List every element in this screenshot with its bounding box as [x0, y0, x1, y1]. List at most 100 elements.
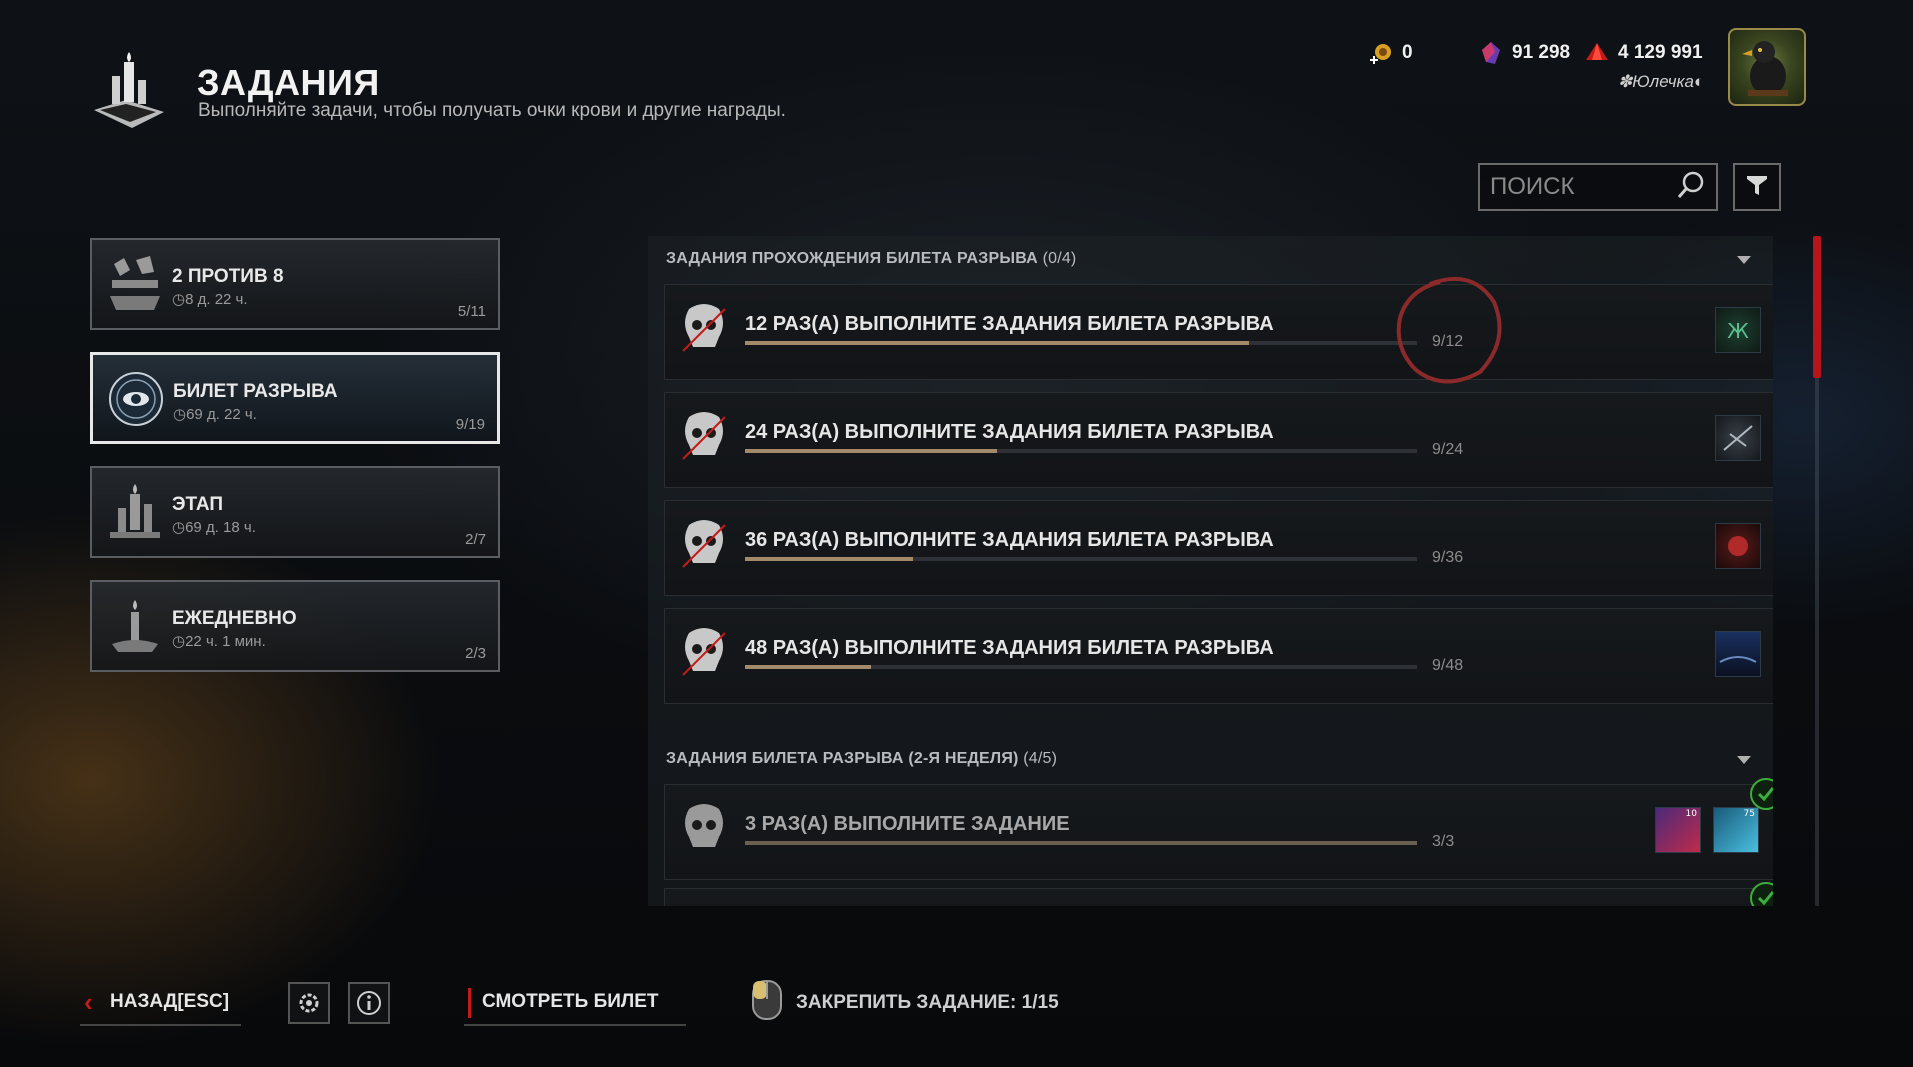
info-icon[interactable] [348, 982, 390, 1024]
task-title: 3 РАЗ(А) ВЫПОЛНИТЕ ЗАДАНИЕ [745, 813, 1070, 835]
versus-icon [106, 254, 164, 316]
task-row[interactable]: 48 РАЗ(А) ВЫПОЛНИТЕ ЗАДАНИЯ БИЛЕТА РАЗРЫ… [664, 608, 1773, 704]
skull-task-icon [675, 517, 733, 575]
category-rift-pass[interactable]: БИЛЕТ РАЗРЫВА ◷69 д. 22 ч. 9/19 [90, 352, 500, 444]
category-progress: 2/7 [465, 531, 486, 548]
bloodpoints-bonus: 0 [1368, 40, 1413, 66]
category-stage[interactable]: ЭТАП ◷69 д. 18 ч. 2/7 [90, 466, 500, 558]
pin-task-hint: ЗАКРЕПИТЬ ЗАДАНИЕ: 1/15 [750, 980, 1059, 1026]
task-progress-bar [745, 341, 1417, 345]
auric-cells-icon [1478, 40, 1504, 66]
reward-cosmetic-icon[interactable] [1715, 415, 1761, 461]
chevron-down-icon[interactable] [1737, 256, 1751, 264]
search-icon[interactable] [1676, 170, 1706, 204]
view-ticket-button[interactable]: СМОТРЕТЬ БИЛЕТ [464, 980, 686, 1026]
task-title: 24 РАЗ(А) ВЫПОЛНИТЕ ЗАДАНИЯ БИЛЕТА РАЗРЫ… [745, 421, 1274, 443]
info-button[interactable] [348, 980, 390, 1026]
task-row[interactable]: 36 РАЗ(А) ВЫПОЛНИТЕ ЗАДАНИЯ БИЛЕТА РАЗРЫ… [664, 500, 1773, 596]
iridescent-shards: 4 129 991 [1584, 40, 1703, 66]
accent-bar [468, 988, 471, 1018]
task-progress-text: 9/48 [1432, 657, 1464, 674]
task-progress-text: 3/3 [1432, 833, 1455, 850]
search-input[interactable] [1490, 173, 1676, 201]
chevron-down-icon[interactable] [1737, 756, 1751, 764]
category-progress: 2/3 [465, 645, 486, 662]
skull-task-icon [675, 301, 733, 359]
back-button[interactable]: ‹ НАЗАД [ESC] [80, 980, 242, 1026]
skull-task-icon [675, 409, 733, 467]
reward-charm-icon[interactable]: Ж [1715, 307, 1761, 353]
rank-flower-icon: ✽ [1618, 72, 1633, 91]
clock-icon: ◷ [172, 633, 186, 650]
gear-icon[interactable] [288, 982, 330, 1024]
tasks-panel[interactable]: ЗАДАНИЯ ПРОХОЖДЕНИЯ БИЛЕТА РАЗРЫВА (0/4)… [648, 236, 1773, 906]
filter-button[interactable] [1733, 163, 1781, 211]
bloodpoints-bonus-value: 0 [1402, 42, 1413, 63]
completed-check-icon [1750, 882, 1773, 906]
page-title: ЗАДАНИЯ [197, 62, 380, 103]
category-name: ЕЖЕДНЕВНО [172, 608, 297, 629]
task-progress-fill [745, 341, 1249, 345]
rift-eye-icon [107, 369, 165, 431]
clock-icon: ◷ [172, 291, 186, 308]
auric-cells-value: 91 298 [1512, 42, 1571, 63]
filter-icon [1744, 172, 1770, 202]
task-progress-text: 9/36 [1432, 549, 1464, 566]
category-name: БИЛЕТ РАЗРЫВА [173, 381, 338, 402]
task-row[interactable]: 3 РАЗ(А) ВЫПОЛНИТЕ ЗАДАНИЕ 3/3 10 75 [664, 784, 1773, 880]
task-progress-fill [745, 841, 1417, 845]
reward-rift-fragment-icon[interactable]: 75 [1713, 807, 1759, 853]
task-progress-fill [745, 665, 871, 669]
reward-outfit-icon[interactable] [1715, 523, 1761, 569]
category-timer: ◷69 д. 22 ч. [173, 406, 257, 423]
settings-button[interactable] [288, 980, 330, 1026]
prestige-icon: ◐ [1694, 72, 1705, 91]
tasks-emblem-icon [86, 48, 172, 134]
task-progress-fill [745, 449, 997, 453]
task-progress-bar [745, 449, 1417, 453]
task-title: 48 РАЗ(А) ВЫПОЛНИТЕ ЗАДАНИЯ БИЛЕТА РАЗРЫ… [745, 637, 1274, 659]
scrollbar-thumb[interactable] [1813, 236, 1821, 378]
auric-cells: 91 298 [1478, 40, 1570, 66]
category-timer: ◷8 д. 22 ч. [172, 291, 248, 308]
iridescent-shards-icon [1584, 40, 1610, 66]
task-row[interactable] [664, 888, 1773, 906]
clock-icon: ◷ [173, 406, 187, 423]
category-name: ЭТАП [172, 494, 224, 515]
task-progress-bar [745, 557, 1417, 561]
category-daily[interactable]: ЕЖЕДНЕВНО ◷22 ч. 1 мин. 2/3 [90, 580, 500, 672]
iridescent-shards-value: 4 129 991 [1618, 42, 1703, 63]
category-2v8[interactable]: 2 ПРОТИВ 8 ◷8 д. 22 ч. 5/11 [90, 238, 500, 330]
mouse-icon [750, 978, 784, 1028]
category-progress: 5/11 [457, 303, 486, 320]
svg-text:Ж: Ж [1727, 319, 1749, 343]
search-box[interactable] [1478, 163, 1718, 211]
profile-name: ✽Юлечка◐ [1618, 72, 1705, 91]
task-title: 12 РАЗ(А) ВЫПОЛНИТЕ ЗАДАНИЯ БИЛЕТА РАЗРЫ… [745, 313, 1274, 335]
skull-task-icon [675, 625, 733, 683]
category-progress: 9/19 [455, 416, 485, 433]
skull-task-icon [675, 801, 733, 859]
page-subtitle: Выполняйте задачи, чтобы получать очки к… [198, 100, 786, 121]
back-arrow-icon: ‹ [84, 986, 93, 1017]
task-title: 36 РАЗ(А) ВЫПОЛНИТЕ ЗАДАНИЯ БИЛЕТА РАЗРЫ… [745, 529, 1274, 551]
category-timer: ◷22 ч. 1 мин. [172, 633, 266, 650]
task-row[interactable]: 24 РАЗ(А) ВЫПОЛНИТЕ ЗАДАНИЯ БИЛЕТА РАЗРЫ… [664, 392, 1773, 488]
player-avatar[interactable] [1728, 28, 1806, 106]
bloodpoints-bonus-icon [1368, 40, 1394, 66]
task-progress-bar [745, 841, 1417, 845]
clock-icon: ◷ [172, 519, 186, 536]
candles-icon [106, 482, 164, 544]
section-header[interactable]: ЗАДАНИЯ ПРОХОЖДЕНИЯ БИЛЕТА РАЗРЫВА (0/4) [666, 250, 1076, 268]
task-progress-fill [745, 557, 913, 561]
reward-banner-icon[interactable] [1715, 631, 1761, 677]
section-header[interactable]: ЗАДАНИЯ БИЛЕТА РАЗРЫВА (2-Я НЕДЕЛЯ) (4/5… [666, 750, 1057, 768]
category-timer: ◷69 д. 18 ч. [172, 519, 256, 536]
candle-daily-icon [106, 596, 164, 658]
annotation-circle [1396, 276, 1502, 384]
task-row[interactable]: 12 РАЗ(А) ВЫПОЛНИТЕ ЗАДАНИЯ БИЛЕТА РАЗРЫ… [664, 284, 1773, 380]
task-progress-bar [745, 665, 1417, 669]
category-name: 2 ПРОТИВ 8 [172, 266, 284, 287]
task-progress-text: 9/24 [1432, 441, 1464, 458]
reward-auric-cells-icon[interactable]: 10 [1655, 807, 1701, 853]
